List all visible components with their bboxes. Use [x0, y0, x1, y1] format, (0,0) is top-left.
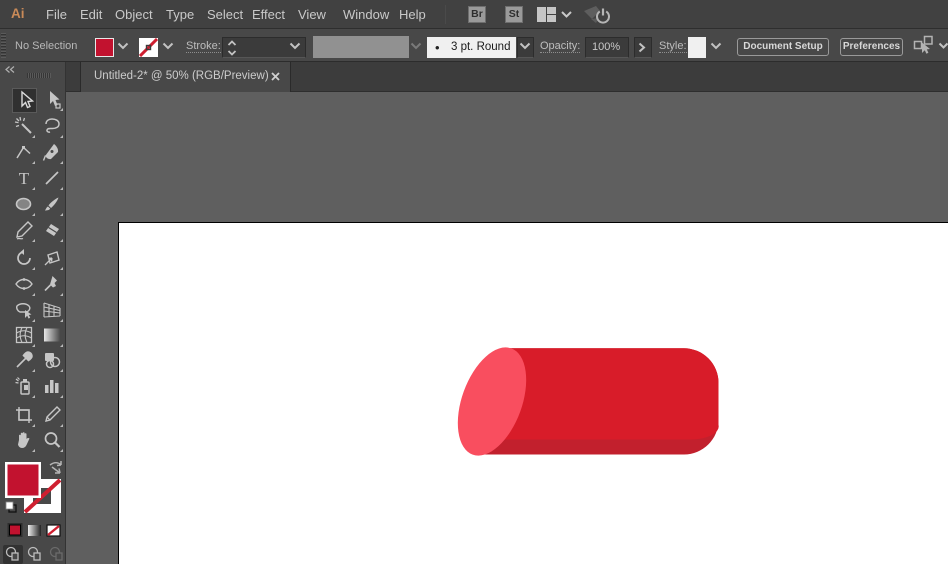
svg-text:T: T: [19, 169, 30, 188]
